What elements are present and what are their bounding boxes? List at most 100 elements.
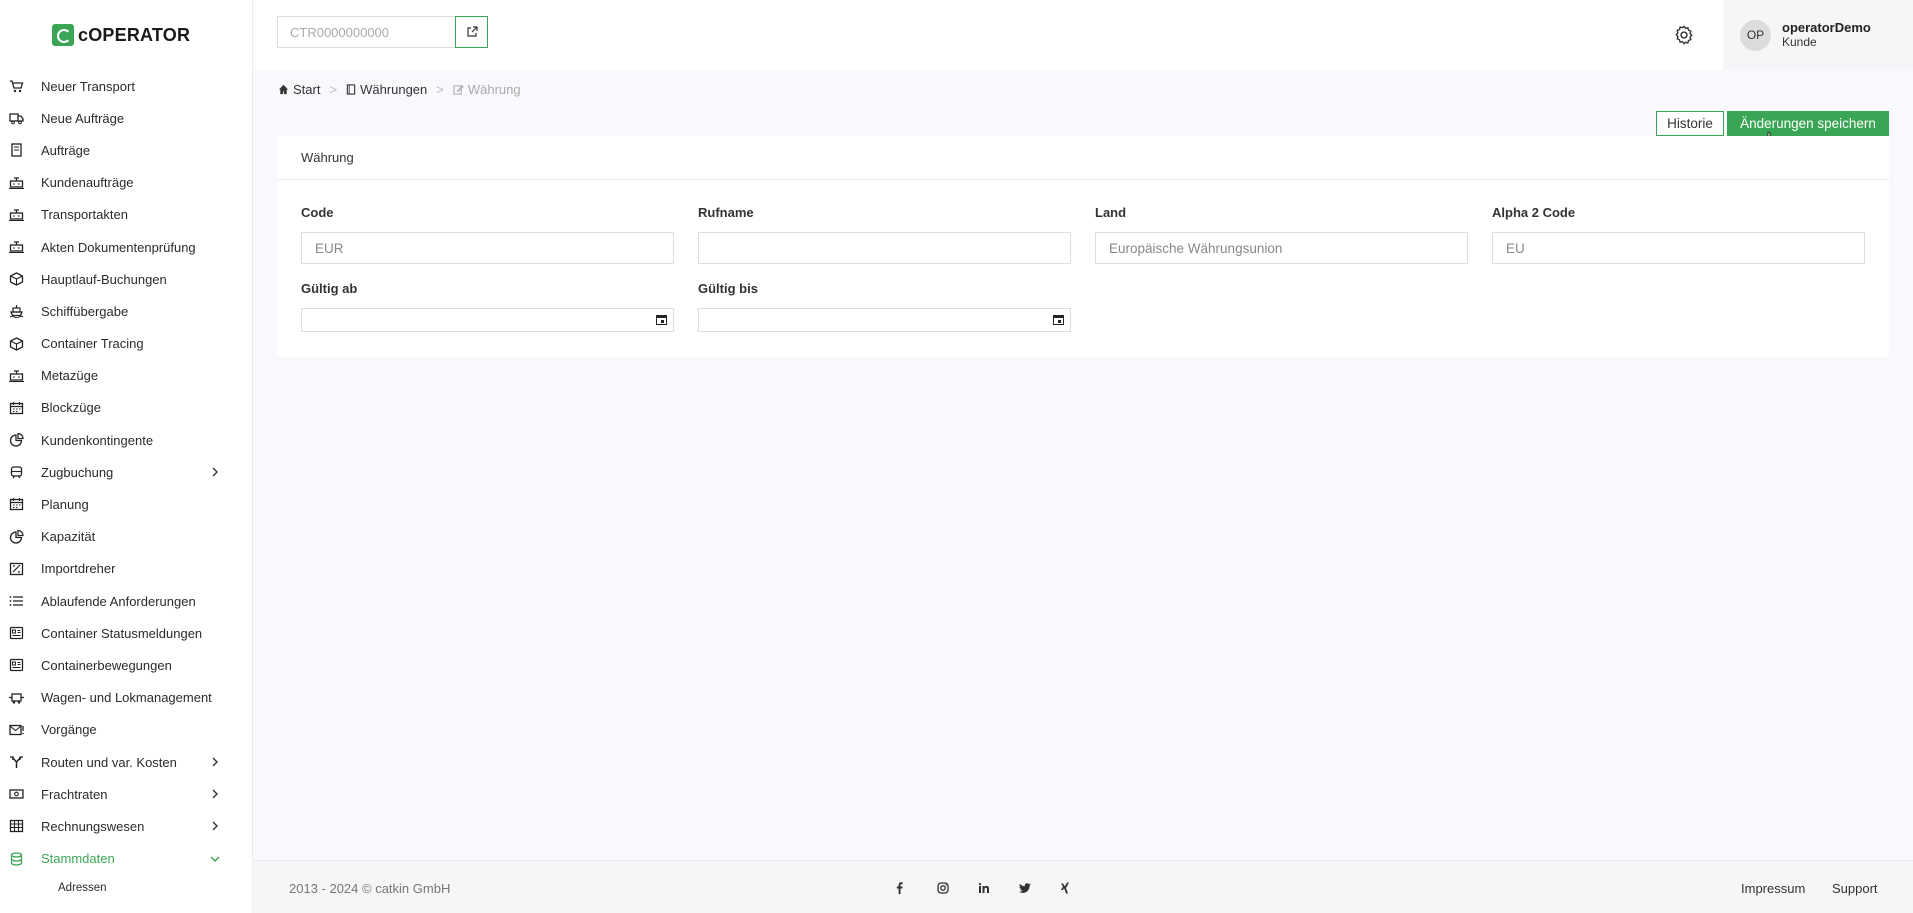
sidebar-item[interactable]: Hauptlauf-Buchungen bbox=[0, 263, 252, 295]
sidebar-item-label: Frachtraten bbox=[41, 786, 108, 802]
linkedin-icon[interactable] bbox=[978, 882, 1019, 894]
sidebar-item-label: Kapazität bbox=[41, 529, 96, 545]
user-role: Kunde bbox=[1782, 35, 1817, 49]
sidebar-item[interactable]: Akten Dokumentenprüfung bbox=[0, 231, 252, 263]
database-icon bbox=[9, 851, 24, 866]
valid-to-label: Gültig bis bbox=[698, 281, 758, 296]
xing-icon[interactable] bbox=[1060, 882, 1101, 894]
land-label: Land bbox=[1095, 205, 1127, 220]
alpha2-code-field[interactable] bbox=[1492, 232, 1865, 264]
chevron-right-icon[interactable] bbox=[210, 756, 220, 768]
sidebar-nav: Neuer Transport Neue Aufträge Aufträge Kund… bbox=[0, 70, 252, 901]
sidebar-item[interactable]: Containerbewegungen bbox=[0, 649, 252, 681]
sidebar-item[interactable]: Planung bbox=[0, 488, 252, 520]
sidebar-item[interactable]: Kundenkontingente bbox=[0, 424, 252, 456]
sidebar-item-label: Transportakten bbox=[41, 207, 128, 223]
support-link[interactable]: Support bbox=[1832, 881, 1878, 896]
sidebar-subitem[interactable]: Adressen bbox=[0, 875, 252, 901]
sidebar-item-label: Aufträge bbox=[41, 142, 91, 158]
chevron-right-icon[interactable] bbox=[210, 788, 220, 800]
open-external-button[interactable] bbox=[455, 16, 488, 48]
breadcrumb-home[interactable]: Start bbox=[278, 82, 320, 97]
sidebar-item[interactable]: Rechnungswesen bbox=[0, 810, 252, 842]
history-button[interactable]: Historie bbox=[1656, 111, 1724, 136]
sidebar-item[interactable]: Stammdaten bbox=[0, 843, 252, 875]
sidebar-item[interactable]: Importdreher bbox=[0, 553, 252, 585]
chevron-down-icon[interactable] bbox=[210, 853, 220, 865]
sidebar-item-label: Container Tracing bbox=[41, 336, 144, 352]
copyright: 2013 - 2024 © catkin GmbH bbox=[289, 881, 451, 896]
calendar-icon[interactable] bbox=[656, 314, 667, 325]
sidebar-item-label: Neue Aufträge bbox=[41, 110, 125, 126]
sidebar-item[interactable]: Schiffübergabe bbox=[0, 295, 252, 327]
edit-icon bbox=[453, 85, 464, 95]
sidebar-item-label: Metazüge bbox=[41, 368, 99, 384]
valid-from-date-input[interactable] bbox=[301, 308, 674, 332]
container-search bbox=[277, 16, 488, 48]
breadcrumb-home-label: Start bbox=[293, 82, 321, 97]
top-header: OP operatorDemo Kunde bbox=[253, 0, 1913, 70]
logo-text: cOPERATOR bbox=[78, 24, 191, 45]
sidebar-item-label: Akten Dokumentenprüfung bbox=[41, 239, 196, 255]
breadcrumb-current-label: Währung bbox=[467, 82, 521, 97]
sidebar-item[interactable]: Transportakten bbox=[0, 199, 252, 231]
news-icon bbox=[9, 626, 24, 640]
valid-from-label: Gültig ab bbox=[301, 281, 358, 296]
swap-icon bbox=[9, 562, 24, 576]
route-icon bbox=[9, 755, 24, 769]
breadcrumb-parent[interactable]: Währungen bbox=[346, 82, 427, 97]
sidebar-item[interactable]: Zugbuchung bbox=[0, 456, 252, 488]
card-title: Währung bbox=[277, 136, 1889, 180]
sidebar-item[interactable]: Metazüge bbox=[0, 360, 252, 392]
sidebar-item[interactable]: Vorgänge bbox=[0, 714, 252, 746]
breadcrumb-parent-label: Währungen bbox=[360, 82, 428, 97]
sidebar-item[interactable]: Ablaufende Anforderungen bbox=[0, 585, 252, 617]
sidebar-item[interactable]: Aufträge bbox=[0, 134, 252, 166]
sidebar-item[interactable]: Wagen- und Lokmanagement bbox=[0, 682, 252, 714]
sidebar-item-label: Stammdaten bbox=[41, 851, 115, 867]
sidebar-item-label: Wagen- und Lokmanagement bbox=[41, 690, 212, 706]
app-logo[interactable]: cOPERATOR bbox=[0, 0, 252, 70]
rufname-label: Rufname bbox=[698, 205, 754, 220]
sidebar-item[interactable]: Neue Aufträge bbox=[0, 102, 252, 134]
wagon-icon bbox=[9, 691, 24, 705]
sidebar-item-label: Schiffübergabe bbox=[41, 303, 129, 319]
code-label: Code bbox=[301, 205, 334, 220]
sidebar-item[interactable]: Kapazität bbox=[0, 521, 252, 553]
social-links bbox=[896, 882, 1101, 894]
container-search-input[interactable] bbox=[277, 16, 455, 48]
sidebar-item[interactable]: Blockzüge bbox=[0, 392, 252, 424]
sidebar-item[interactable]: Container Tracing bbox=[0, 328, 252, 360]
currency-form-card: Währung Code Rufname Land Alpha 2 Code G… bbox=[277, 136, 1889, 357]
facebook-icon[interactable] bbox=[896, 882, 937, 894]
land-field[interactable] bbox=[1095, 232, 1468, 264]
sidebar-item[interactable]: Routen und var. Kosten bbox=[0, 746, 252, 778]
news-icon bbox=[9, 658, 24, 672]
ship-icon bbox=[9, 304, 24, 319]
mail-icon bbox=[9, 723, 24, 737]
user-menu[interactable]: OP operatorDemo Kunde bbox=[1723, 0, 1913, 70]
code-field[interactable] bbox=[301, 232, 674, 264]
save-changes-button[interactable]: Änderungen speichern bbox=[1727, 111, 1889, 136]
box-icon bbox=[9, 336, 24, 351]
twitter-icon[interactable] bbox=[1019, 882, 1060, 894]
document-icon bbox=[346, 84, 356, 95]
calendar-icon[interactable] bbox=[1053, 314, 1064, 325]
sidebar-item[interactable]: Neuer Transport bbox=[0, 70, 252, 102]
pie-icon bbox=[9, 433, 24, 447]
sidebar-item[interactable]: Kundenaufträge bbox=[0, 167, 252, 199]
settings-gear-icon[interactable] bbox=[1673, 24, 1695, 46]
valid-to-date-input[interactable] bbox=[698, 308, 1071, 332]
chevron-right-icon[interactable] bbox=[210, 466, 220, 478]
sidebar-item-label: Routen und var. Kosten bbox=[41, 754, 177, 770]
sidebar-item[interactable]: Container Statusmeldungen bbox=[0, 617, 252, 649]
rufname-field[interactable] bbox=[698, 232, 1071, 264]
home-icon bbox=[278, 84, 289, 95]
train-front-icon bbox=[9, 465, 24, 479]
calendar-icon bbox=[9, 497, 24, 511]
logo-mark-icon bbox=[52, 24, 74, 46]
sidebar-item[interactable]: Frachtraten bbox=[0, 778, 252, 810]
impressum-link[interactable]: Impressum bbox=[1741, 881, 1805, 896]
instagram-icon[interactable] bbox=[937, 882, 978, 894]
chevron-right-icon[interactable] bbox=[210, 820, 220, 832]
